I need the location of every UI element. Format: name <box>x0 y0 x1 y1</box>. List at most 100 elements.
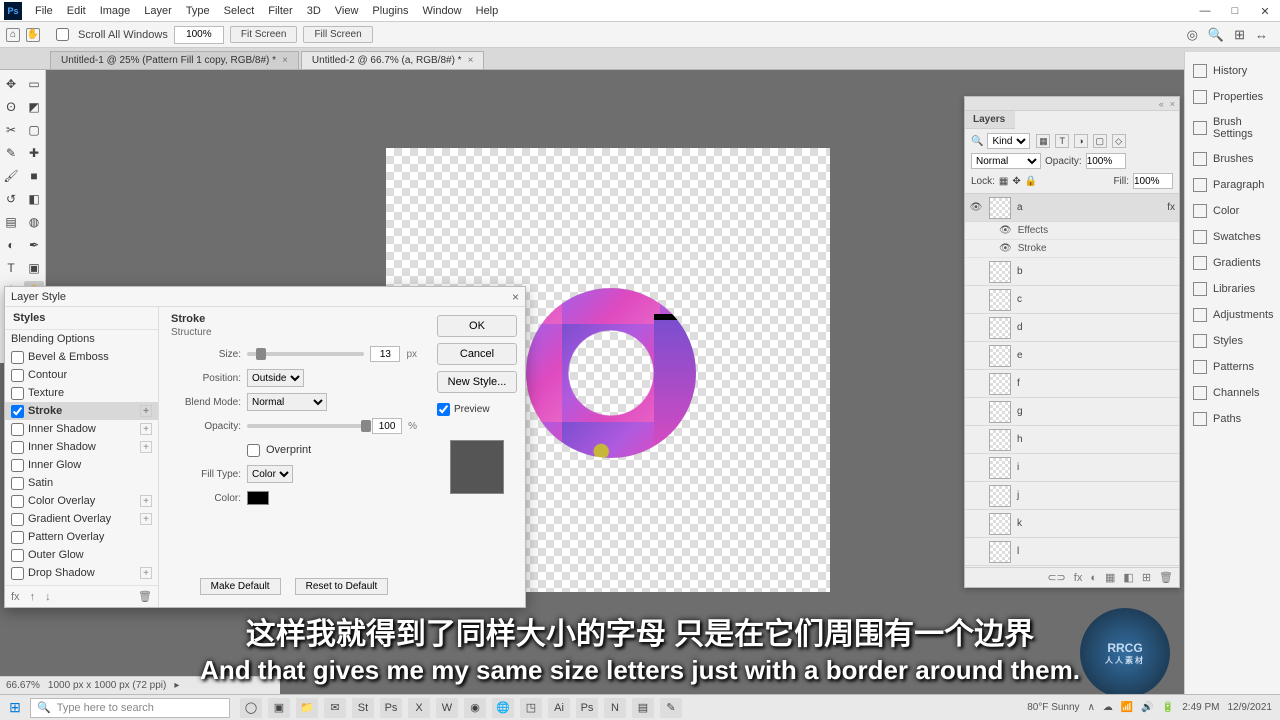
taskbar-app-2[interactable]: 📁 <box>296 698 318 718</box>
layers-list[interactable]: 👁 a fx 👁Effects 👁Stroke b c d e f g h i … <box>965 194 1179 567</box>
ls-overprint-check[interactable] <box>247 444 260 457</box>
filter-shape-icon[interactable]: ▢ <box>1093 134 1107 148</box>
workspace-icon[interactable]: ⊞ <box>1234 27 1245 43</box>
layer-k-name[interactable]: k <box>1017 518 1175 529</box>
tray-network-icon[interactable]: 📶 <box>1121 702 1133 713</box>
menu-file[interactable]: File <box>28 5 60 17</box>
window-close-button[interactable]: ✕ <box>1250 0 1280 22</box>
ls-size-input[interactable] <box>370 346 400 362</box>
frame-tool-icon[interactable]: ▢ <box>24 120 44 140</box>
ls-gradient-overlay[interactable]: Gradient Overlay+ <box>5 510 158 528</box>
history-brush-tool-icon[interactable]: ↺ <box>1 189 21 209</box>
ls-inner-shadow-2-check[interactable] <box>11 441 24 454</box>
ls-size-slider[interactable] <box>247 352 364 356</box>
layer-h-name[interactable]: h <box>1017 434 1175 445</box>
doc-tab-1[interactable]: Untitled-1 @ 25% (Pattern Fill 1 copy, R… <box>50 51 299 69</box>
layers-blend-select[interactable]: Normal <box>971 153 1041 169</box>
taskbar-app-15[interactable]: ✎ <box>660 698 682 718</box>
ls-inner-shadow-2[interactable]: Inner Shadow+ <box>5 438 158 456</box>
zoom-ui-icon[interactable]: 🔍 <box>1208 27 1224 43</box>
crop-tool-icon[interactable]: ✂ <box>1 120 21 140</box>
layer-b-name[interactable]: b <box>1017 266 1175 277</box>
ls-bevel[interactable]: Bevel & Emboss <box>5 348 158 366</box>
panel-libraries[interactable]: Libraries <box>1189 276 1276 302</box>
layers-close-icon[interactable]: × <box>1170 99 1175 109</box>
window-minimize-button[interactable]: — <box>1190 0 1220 22</box>
move-tool-icon[interactable]: ✥ <box>1 74 21 94</box>
ls-stroke-check[interactable] <box>11 405 24 418</box>
taskbar-app-7[interactable]: W <box>436 698 458 718</box>
eyedropper-tool-icon[interactable]: ✎ <box>1 143 21 163</box>
panel-gradients[interactable]: Gradients <box>1189 250 1276 276</box>
ls-stroke[interactable]: Stroke+ <box>5 402 158 420</box>
preview-checkbox[interactable] <box>437 403 450 416</box>
reset-default-button[interactable]: Reset to Default <box>295 578 389 595</box>
panel-styles[interactable]: Styles <box>1189 328 1276 354</box>
home-icon[interactable]: ⌂ <box>6 28 20 42</box>
ls-bevel-check[interactable] <box>11 351 24 364</box>
group-icon[interactable]: ◧ <box>1123 571 1133 584</box>
layer-f-name[interactable]: f <box>1017 378 1175 389</box>
taskbar-app-11[interactable]: Ai <box>548 698 570 718</box>
ls-color-overlay-add-icon[interactable]: + <box>140 495 152 507</box>
ls-pattern-overlay[interactable]: Pattern Overlay <box>5 528 158 546</box>
filter-adjust-icon[interactable]: T <box>1055 134 1069 148</box>
panel-color[interactable]: Color <box>1189 198 1276 224</box>
menu-3d[interactable]: 3D <box>300 5 328 17</box>
ls-stroke-add-icon[interactable]: + <box>140 405 152 417</box>
weather-widget[interactable]: 80°F Sunny <box>1027 702 1079 713</box>
menu-image[interactable]: Image <box>93 5 138 17</box>
scroll-all-checkbox[interactable] <box>56 28 69 41</box>
ls-outer-glow[interactable]: Outer Glow <box>5 546 158 564</box>
ls-pattern-overlay-check[interactable] <box>11 531 24 544</box>
menu-filter[interactable]: Filter <box>261 5 299 17</box>
layer-e[interactable]: e <box>965 342 1179 370</box>
layer-c[interactable]: c <box>965 286 1179 314</box>
layer-a-fx-badge[interactable]: fx <box>1167 202 1175 213</box>
new-layer-icon[interactable]: ⊞ <box>1142 571 1151 584</box>
taskbar-search[interactable]: 🔍 Type here to search <box>30 698 230 718</box>
search-icon[interactable]: ◎ <box>1187 27 1198 43</box>
layer-style-dialog[interactable]: Layer Style × Styles Blending Options Be… <box>4 286 526 608</box>
ls-texture-check[interactable] <box>11 387 24 400</box>
ls-outer-glow-check[interactable] <box>11 549 24 562</box>
layer-a-effects[interactable]: 👁Effects <box>965 222 1179 240</box>
menu-help[interactable]: Help <box>469 5 506 17</box>
panel-patterns[interactable]: Patterns <box>1189 354 1276 380</box>
taskbar-app-3[interactable]: ✉ <box>324 698 346 718</box>
brush-tool-icon[interactable]: 🖌 <box>1 166 21 186</box>
ls-delete-icon[interactable]: 🗑 <box>138 590 152 603</box>
type-tool-icon[interactable]: T <box>1 258 21 278</box>
dodge-tool-icon[interactable]: ◐ <box>1 235 21 255</box>
ls-inner-shadow-2-add-icon[interactable]: + <box>140 441 152 453</box>
ls-drop-shadow-check[interactable] <box>11 567 24 580</box>
ls-inner-glow[interactable]: Inner Glow <box>5 456 158 474</box>
layer-f[interactable]: f <box>965 370 1179 398</box>
filter-smart-icon[interactable]: ◇ <box>1112 134 1126 148</box>
doc-tab-2[interactable]: Untitled-2 @ 66.7% (a, RGB/8#) * × <box>301 51 485 69</box>
taskbar-app-10[interactable]: ◳ <box>520 698 542 718</box>
menu-plugins[interactable]: Plugins <box>365 5 415 17</box>
tray-battery-icon[interactable]: 🔋 <box>1162 702 1174 713</box>
status-zoom[interactable]: 66.67% <box>6 680 40 691</box>
filter-pixel-icon[interactable]: ▦ <box>1036 134 1050 148</box>
layer-i-name[interactable]: i <box>1017 462 1175 473</box>
object-select-tool-icon[interactable]: ◩ <box>24 97 44 117</box>
layer-a[interactable]: 👁 a fx <box>965 194 1179 222</box>
ls-opacity-slider[interactable] <box>247 424 366 428</box>
menu-window[interactable]: Window <box>416 5 469 17</box>
make-default-button[interactable]: Make Default <box>200 578 281 595</box>
layers-collapse-icon[interactable]: « <box>1159 99 1164 109</box>
taskbar-app-5[interactable]: Ps <box>380 698 402 718</box>
ls-move-down-icon[interactable]: ↓ <box>45 591 51 603</box>
panel-brushes[interactable]: Brushes <box>1189 146 1276 172</box>
layers-fill-input[interactable] <box>1133 173 1173 189</box>
menu-select[interactable]: Select <box>217 5 262 17</box>
ls-drop-shadow-add-icon[interactable]: + <box>140 567 152 579</box>
tray-date[interactable]: 12/9/2021 <box>1228 702 1273 713</box>
adjustment-icon[interactable]: ▦ <box>1105 571 1115 584</box>
tray-overflow-icon[interactable]: ∧ <box>1088 702 1095 713</box>
eye-icon[interactable]: 👁 <box>999 225 1012 236</box>
layer-a-effect-stroke[interactable]: 👁Stroke <box>965 240 1179 258</box>
menu-view[interactable]: View <box>328 5 366 17</box>
